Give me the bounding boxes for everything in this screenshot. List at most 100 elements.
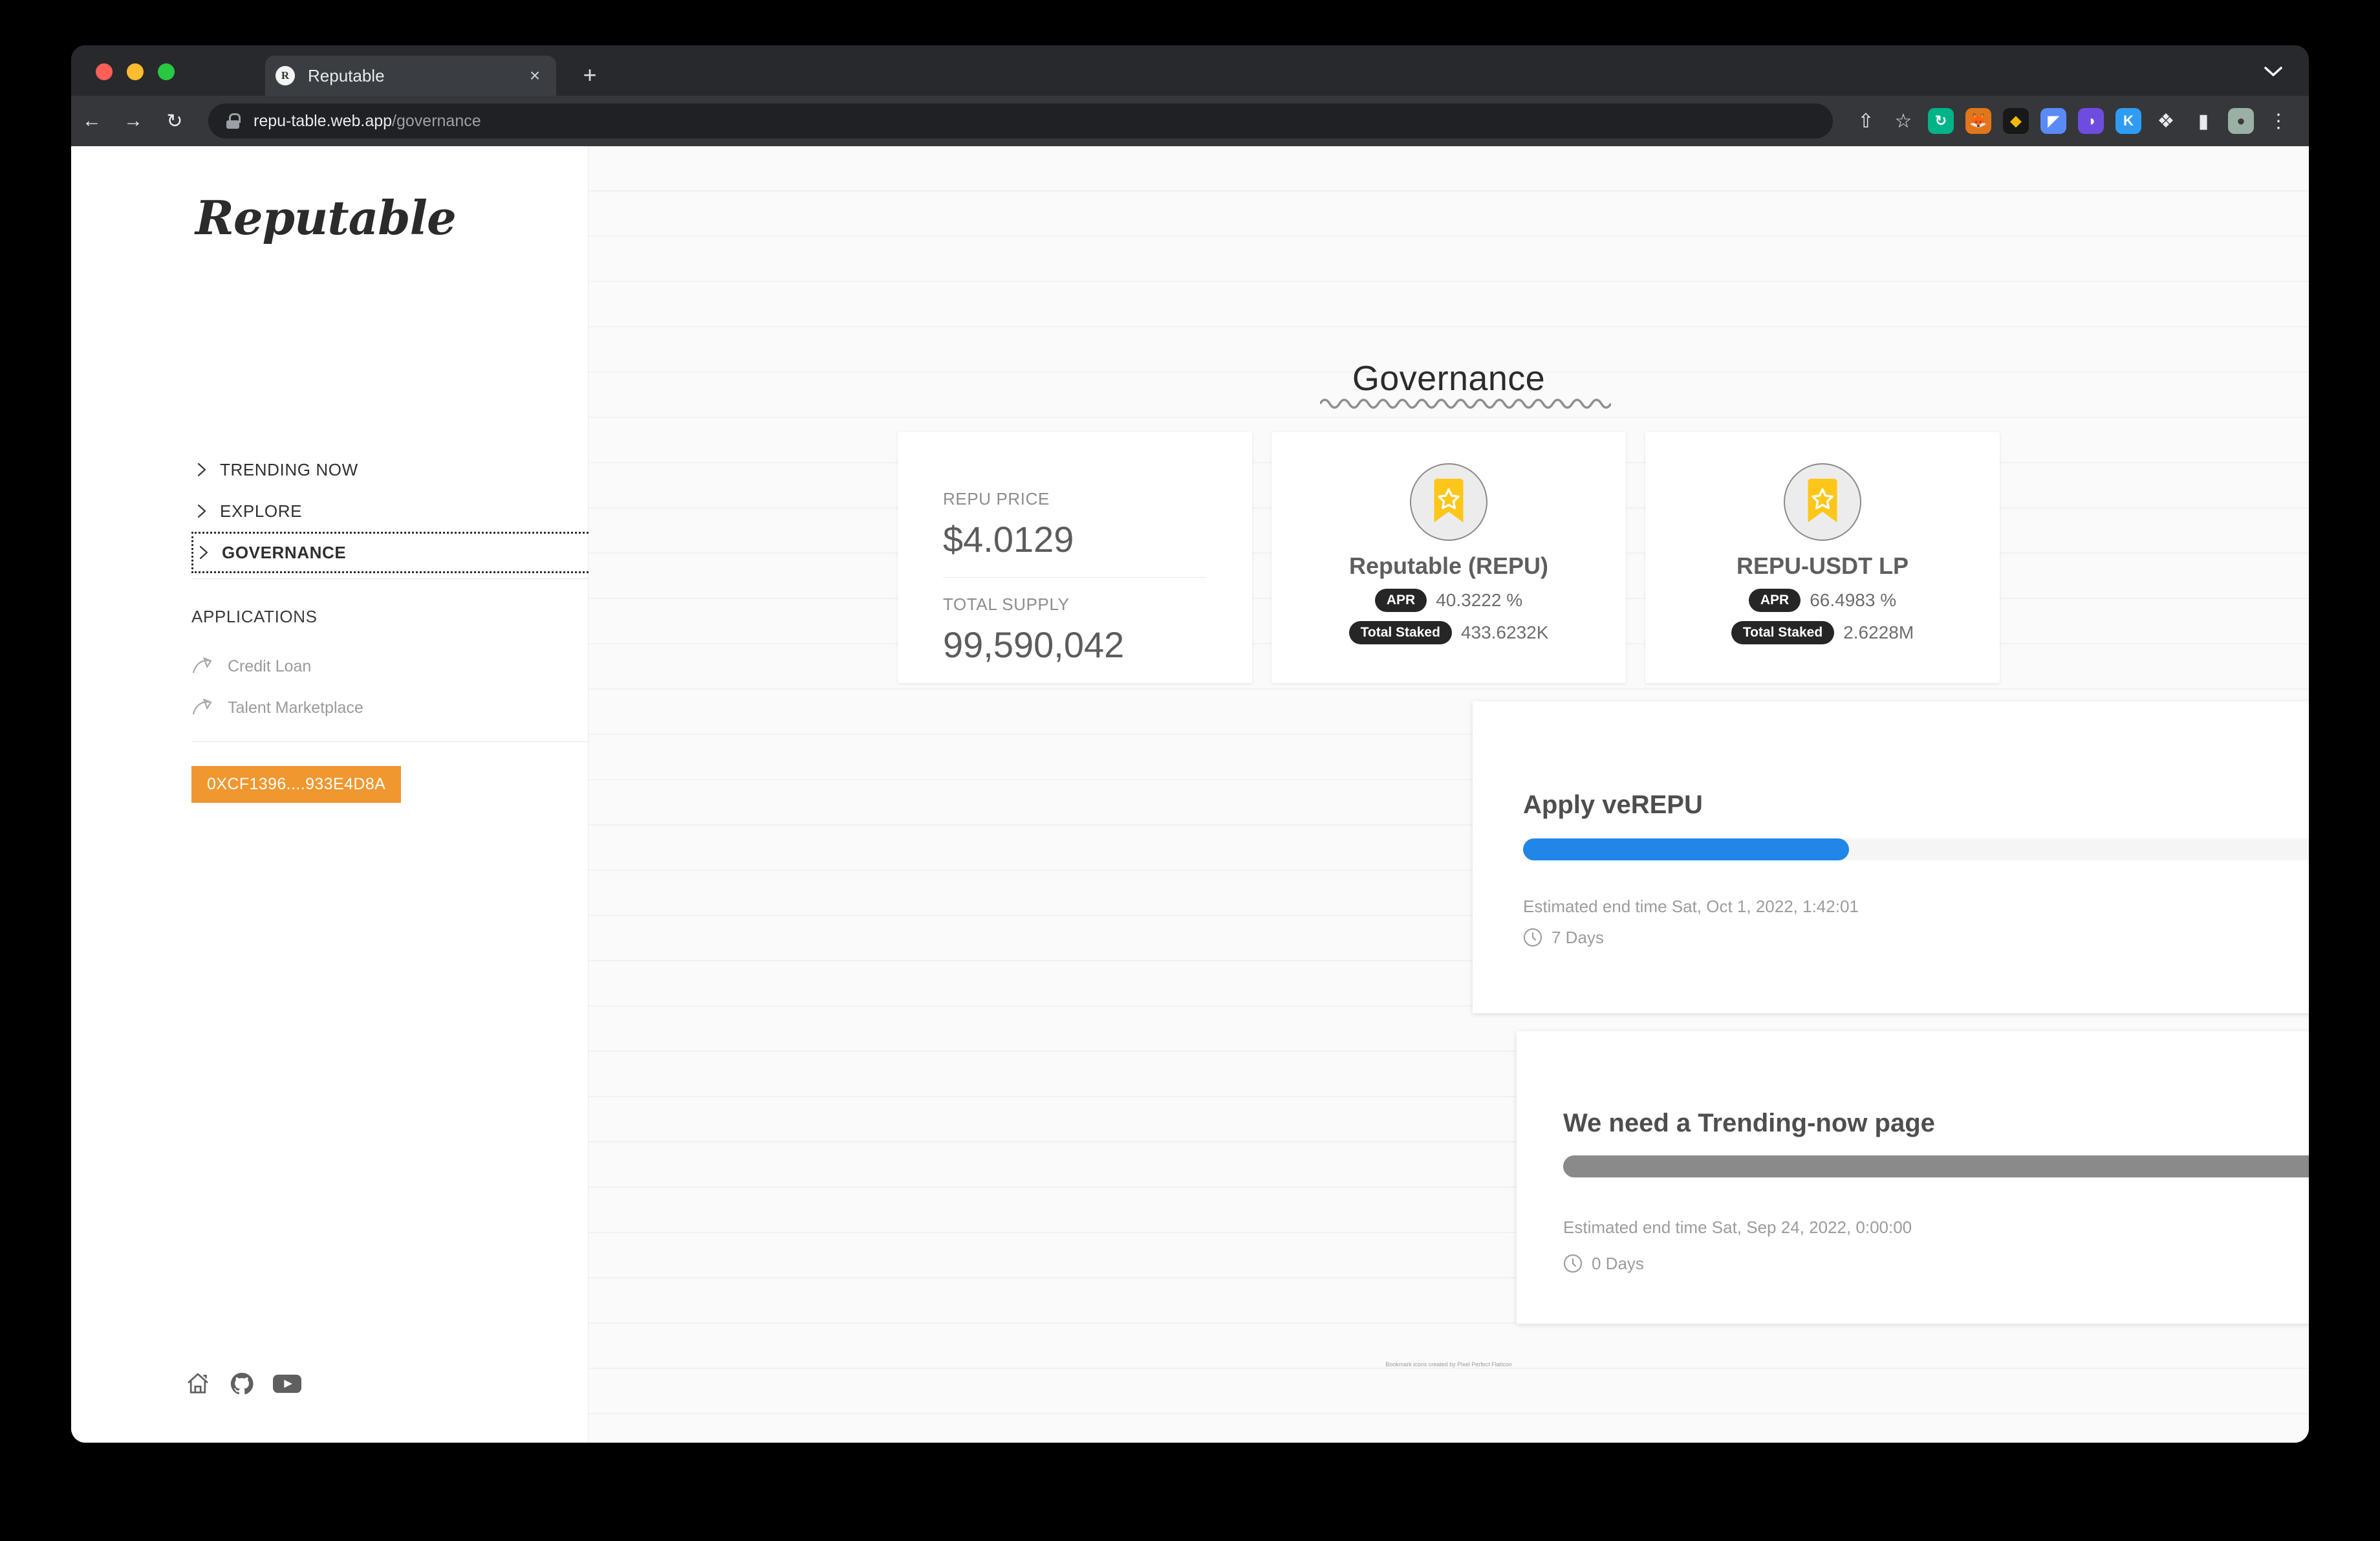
vote-progress-track [1523, 838, 2309, 860]
proposal-days-text: 0 Days [1592, 1253, 1644, 1273]
browser-tab-reputable[interactable]: R Reputable × [265, 56, 556, 96]
chrome-menu-icon[interactable]: ⋮ [2260, 102, 2297, 140]
lock-icon [226, 113, 241, 129]
browser-window: R Reputable × + ← → ↻ repu-table.web.app… [71, 45, 2309, 1443]
extensions-puzzle-icon[interactable]: ❖ [2147, 102, 2185, 140]
home-icon[interactable] [185, 1371, 211, 1400]
repu-price-card: REPU PRICE $4.0129 TOTAL SUPPLY 99,590,0… [898, 432, 1252, 683]
stake-card-name: REPU-USDT LP [1736, 552, 1909, 579]
web-page: Reputable TRENDING NOW EXPLORE GOVERNANCE … [71, 146, 2309, 1443]
kaikas-extension-icon[interactable]: K [2110, 102, 2147, 140]
sidebar-item-trending-now[interactable]: TRENDING NOW [191, 449, 612, 490]
proposal-title: We need a Trending-now page [1563, 1109, 1935, 1137]
proposal-end-time: Estimated end time Sat, Sep 24, 2022, 0:… [1563, 1218, 1912, 1237]
apr-pill-label: APR [1374, 589, 1427, 612]
tab-favicon-icon: R [276, 66, 295, 85]
side-panel-icon-glyph: ▮ [2198, 110, 2209, 132]
vote-progress-track [1563, 1155, 2309, 1177]
forward-button[interactable]: → [113, 110, 154, 132]
sidebar-social-links [185, 1371, 301, 1400]
new-tab-button[interactable]: + [577, 63, 603, 87]
squiggle-underline-icon [1319, 399, 1611, 409]
reload-button[interactable]: ↻ [154, 110, 195, 133]
total-supply-label: TOTAL SUPPLY [943, 595, 1070, 614]
side-panel-icon[interactable]: ▮ [2185, 102, 2222, 140]
chrome-menu-icon-glyph: ⋮ [2269, 110, 2288, 132]
bookmark-star-badge-icon [1784, 463, 1861, 541]
chevron-right-icon [191, 503, 213, 519]
address-bar[interactable]: repu-table.web.app/governance [208, 104, 1833, 138]
extension-sync-icon[interactable]: ↻ [1922, 102, 1960, 140]
application-item-label: Credit Loan [228, 657, 312, 675]
clock-icon [1522, 926, 1544, 948]
sidebar-nav: TRENDING NOW EXPLORE GOVERNANCE [191, 449, 612, 579]
sidebar-item-governance[interactable]: GOVERNANCE [191, 532, 612, 573]
sidebar-item-label: GOVERNANCE [222, 542, 347, 562]
vote-progress-fill [1523, 838, 1849, 860]
application-item-credit-loan[interactable]: Credit Loan [191, 646, 612, 687]
stake-apr-row: APR 66.4983 % [1748, 589, 1897, 612]
total-staked-value: 2.6228M [1843, 622, 1914, 642]
total-supply-value: 99,590,042 [943, 624, 1125, 665]
page-title-wrap: Governance [589, 358, 2309, 409]
url-text: repu-table.web.app/governance [254, 112, 481, 131]
close-tab-icon[interactable]: × [524, 67, 546, 85]
chevron-down-icon[interactable] [2262, 65, 2284, 82]
metamask-extension-icon[interactable]: 🦊 [1960, 102, 1997, 140]
proposal-title: Apply veREPU [1523, 791, 1703, 819]
chevron-right-icon [193, 544, 215, 561]
clock-icon [1562, 1252, 1584, 1274]
minimize-window-button[interactable] [127, 63, 144, 80]
close-window-button[interactable] [96, 63, 113, 80]
sidebar-item-label: TRENDING NOW [220, 459, 358, 479]
stake-card-repu[interactable]: Reputable (REPU) APR 40.3222 % Total Sta… [1271, 432, 1626, 683]
proposal-duration: 7 Days [1522, 926, 1604, 948]
proposal-duration: 0 Days [1562, 1252, 1644, 1274]
extensions-puzzle-icon-glyph: ❖ [2157, 110, 2175, 132]
external-link-arrow-icon [191, 698, 228, 717]
extension-sync-icon-glyph: ↻ [1928, 108, 1954, 134]
application-item-talent-marketplace[interactable]: Talent Marketplace [191, 687, 612, 728]
app-logo[interactable]: Reputable [195, 190, 457, 245]
stake-card-name: Reputable (REPU) [1348, 552, 1549, 579]
apr-value: 66.4983 % [1810, 590, 1897, 610]
stake-apr-row: APR 40.3222 % [1374, 589, 1523, 612]
proposal-card[interactable]: IN PROGRESS Apply veREPU Estimated end t… [1473, 701, 2309, 1013]
sidebar-item-label: EXPLORE [220, 501, 303, 521]
phantom-extension-icon[interactable]: ◑ [2072, 102, 2110, 140]
profile-avatar-icon[interactable]: ● [2222, 102, 2260, 140]
attribution-note: Bookmark icons created by Pixel Perfect … [1385, 1361, 1512, 1368]
keplr-extension-icon[interactable]: ◤ [2035, 102, 2072, 140]
apr-value: 40.3222 % [1436, 590, 1523, 610]
card-divider [943, 577, 1207, 578]
app-sidebar: Reputable TRENDING NOW EXPLORE GOVERNANCE … [71, 146, 612, 1443]
sidebar-divider [191, 741, 612, 742]
keplr-extension-icon-glyph: ◤ [2040, 108, 2066, 134]
main-content: Governance REPU PRICE $4.0129 TOTAL SUPP… [589, 146, 2309, 1443]
stake-total-row: Total Staked 433.6232K [1348, 621, 1549, 644]
profile-avatar-icon-glyph: ● [2228, 108, 2254, 134]
toolbar-icon-group: ⇧ ☆ ↻ 🦊 ◆ ◤ ◑ K ❖ ▮ ● ⋮ [1847, 102, 2309, 140]
stats-card-row: REPU PRICE $4.0129 TOTAL SUPPLY 99,590,0… [898, 432, 2000, 683]
youtube-icon[interactable] [273, 1371, 301, 1400]
share-icon[interactable]: ⇧ [1847, 102, 1885, 140]
kaikas-extension-icon-glyph: K [2115, 108, 2141, 134]
maximize-window-button[interactable] [158, 63, 175, 80]
stake-card-repu-usdt-lp[interactable]: REPU-USDT LP APR 66.4983 % Total Staked … [1645, 432, 2000, 683]
applications-section-title: APPLICATIONS [191, 607, 318, 626]
sidebar-item-explore[interactable]: EXPLORE [191, 490, 612, 532]
apr-pill-label: APR [1748, 589, 1801, 612]
bookmark-star-icon[interactable]: ☆ [1885, 102, 1922, 140]
metamask-extension-icon-glyph: 🦊 [1965, 108, 1991, 134]
browser-tabstrip: R Reputable × + [71, 45, 2309, 96]
total-staked-value: 433.6232K [1460, 622, 1549, 642]
wallet-address-button[interactable]: 0XCF1396....933E4D8A [191, 766, 402, 803]
proposal-card[interactable]: EXECUTED We need a Trending-now page Est… [1517, 1031, 2309, 1324]
binance-wallet-extension-icon[interactable]: ◆ [1997, 102, 2035, 140]
bookmark-star-icon-glyph: ☆ [1894, 110, 1912, 132]
stake-total-row: Total Staked 2.6228M [1731, 621, 1914, 644]
github-icon[interactable] [229, 1371, 255, 1400]
back-button[interactable]: ← [71, 110, 113, 132]
phantom-extension-icon-glyph: ◑ [2078, 108, 2104, 134]
url-domain: repu-table.web.app [254, 111, 393, 130]
